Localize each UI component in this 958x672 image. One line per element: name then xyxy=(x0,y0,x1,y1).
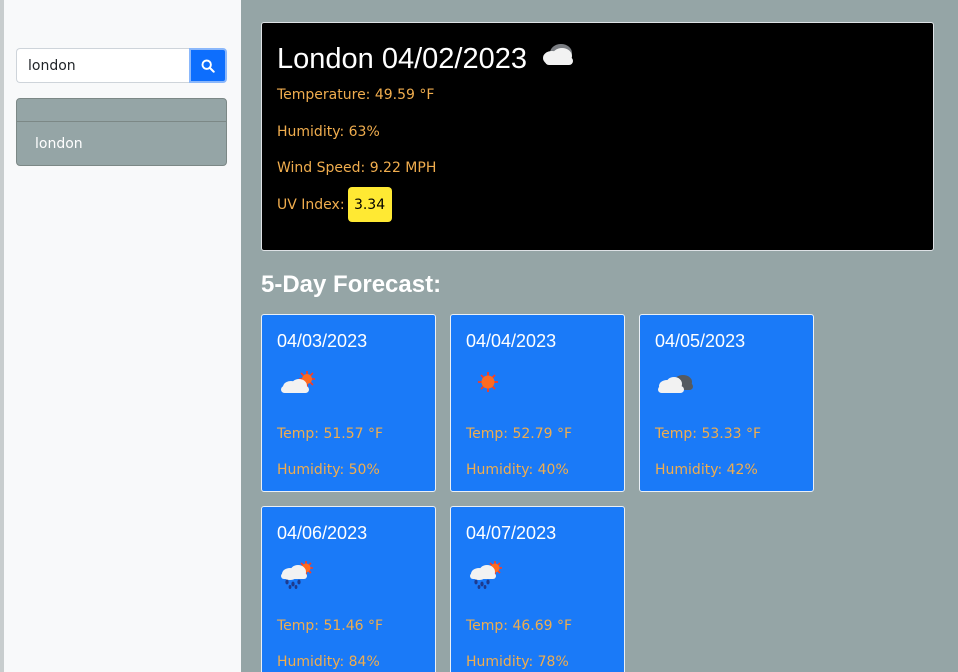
sun-icon xyxy=(478,372,498,392)
forecast-humidity: Humidity: 42% xyxy=(655,462,758,478)
forecast-card: 04/06/2023 Temp: 51.46 °F Humidity: 84% xyxy=(261,506,436,672)
rain-sun-icon xyxy=(281,561,313,589)
forecast-date: 04/05/2023 xyxy=(655,331,746,351)
search-button[interactable] xyxy=(189,48,227,83)
city-date-heading: London 04/02/2023 xyxy=(277,42,527,75)
history-item-london[interactable]: london xyxy=(17,122,226,165)
forecast-date: 04/04/2023 xyxy=(466,331,557,351)
cloud-icon xyxy=(539,40,579,77)
forecast-temp: Temp: 51.46 °F xyxy=(277,618,384,634)
forecast-date: 04/07/2023 xyxy=(466,523,557,543)
forecast-temp: Temp: 46.69 °F xyxy=(466,618,573,634)
search-form xyxy=(16,48,227,83)
current-weather-title: London 04/02/2023 xyxy=(277,40,918,77)
forecast-card: 04/03/2023 Temp: 51.57 °F Humidity: 50% xyxy=(261,314,436,492)
sidebar: london xyxy=(4,0,241,672)
clouds-icon xyxy=(658,375,693,393)
search-history-header xyxy=(17,99,226,122)
rain-sun-icon xyxy=(470,561,502,589)
cloud-sun-icon xyxy=(281,371,315,393)
current-temperature: Temperature: 49.59 °F xyxy=(277,87,435,104)
forecast-heading: 5-Day Forecast: xyxy=(261,271,442,298)
current-wind-speed: Wind Speed: 9.22 MPH xyxy=(277,160,437,177)
forecast-card: 04/05/2023 Temp: 53.33 °F Humidity: 42% xyxy=(639,314,814,492)
uv-index-label: UV Index: xyxy=(277,196,345,213)
search-input[interactable] xyxy=(16,48,189,83)
forecast-temp: Temp: 53.33 °F xyxy=(655,426,762,442)
forecast-temp: Temp: 52.79 °F xyxy=(466,426,573,442)
forecast-temp: Temp: 51.57 °F xyxy=(277,426,384,442)
forecast-card: 04/04/2023 Temp: 52.79 °F Humidity: 40% xyxy=(450,314,625,492)
forecast-humidity: Humidity: 78% xyxy=(466,654,569,670)
search-history-list: london xyxy=(16,98,227,166)
main-panel: London 04/02/2023 Temperature: 49.59 °F … xyxy=(241,0,958,672)
forecast-card: 04/07/2023 Temp: 46.69 °F Humidity: 78% xyxy=(450,506,625,672)
current-weather-card: London 04/02/2023 Temperature: 49.59 °F … xyxy=(261,22,934,251)
forecast-date: 04/03/2023 xyxy=(277,331,368,351)
current-humidity: Humidity: 63% xyxy=(277,123,380,140)
forecast-date: 04/06/2023 xyxy=(277,523,368,543)
forecast-humidity: Humidity: 50% xyxy=(277,462,380,478)
current-uv-index: UV Index: 3.34 xyxy=(277,187,918,224)
forecast-humidity: Humidity: 40% xyxy=(466,462,569,478)
search-icon xyxy=(201,59,215,73)
forecast-humidity: Humidity: 84% xyxy=(277,654,380,670)
uv-index-badge: 3.34 xyxy=(347,187,392,223)
